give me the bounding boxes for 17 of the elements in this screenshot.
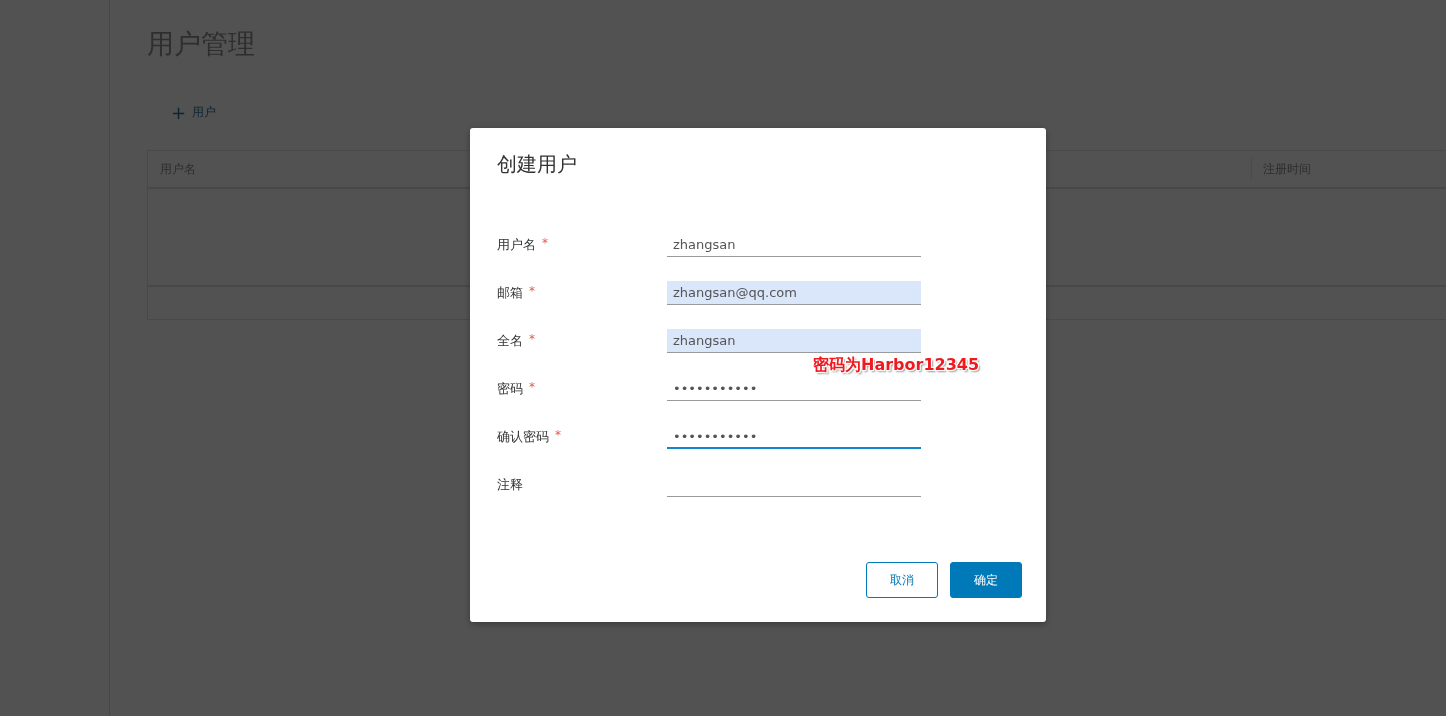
required-mark: * [529,380,535,396]
field-label: 注释 [497,476,523,494]
required-mark: * [529,332,535,348]
annotation-text: 密码为Harbor12345 [813,355,980,376]
field-label: 用户名 [497,236,536,254]
required-mark: * [529,284,535,300]
input-field[interactable]: zhangsan [667,329,921,353]
field-label: 邮箱 [497,284,523,302]
required-mark: * [542,236,548,252]
input-field[interactable]: zhangsan@qq.com [667,281,921,305]
cancel-button[interactable]: 取消 [866,562,938,598]
dialog-title: 创建用户 [497,151,578,178]
field-label: 密码 [497,380,523,398]
field-label: 全名 [497,332,523,350]
required-mark: * [555,428,561,444]
field-label: 确认密码 [497,428,549,446]
confirm-button[interactable]: 确定 [950,562,1022,598]
